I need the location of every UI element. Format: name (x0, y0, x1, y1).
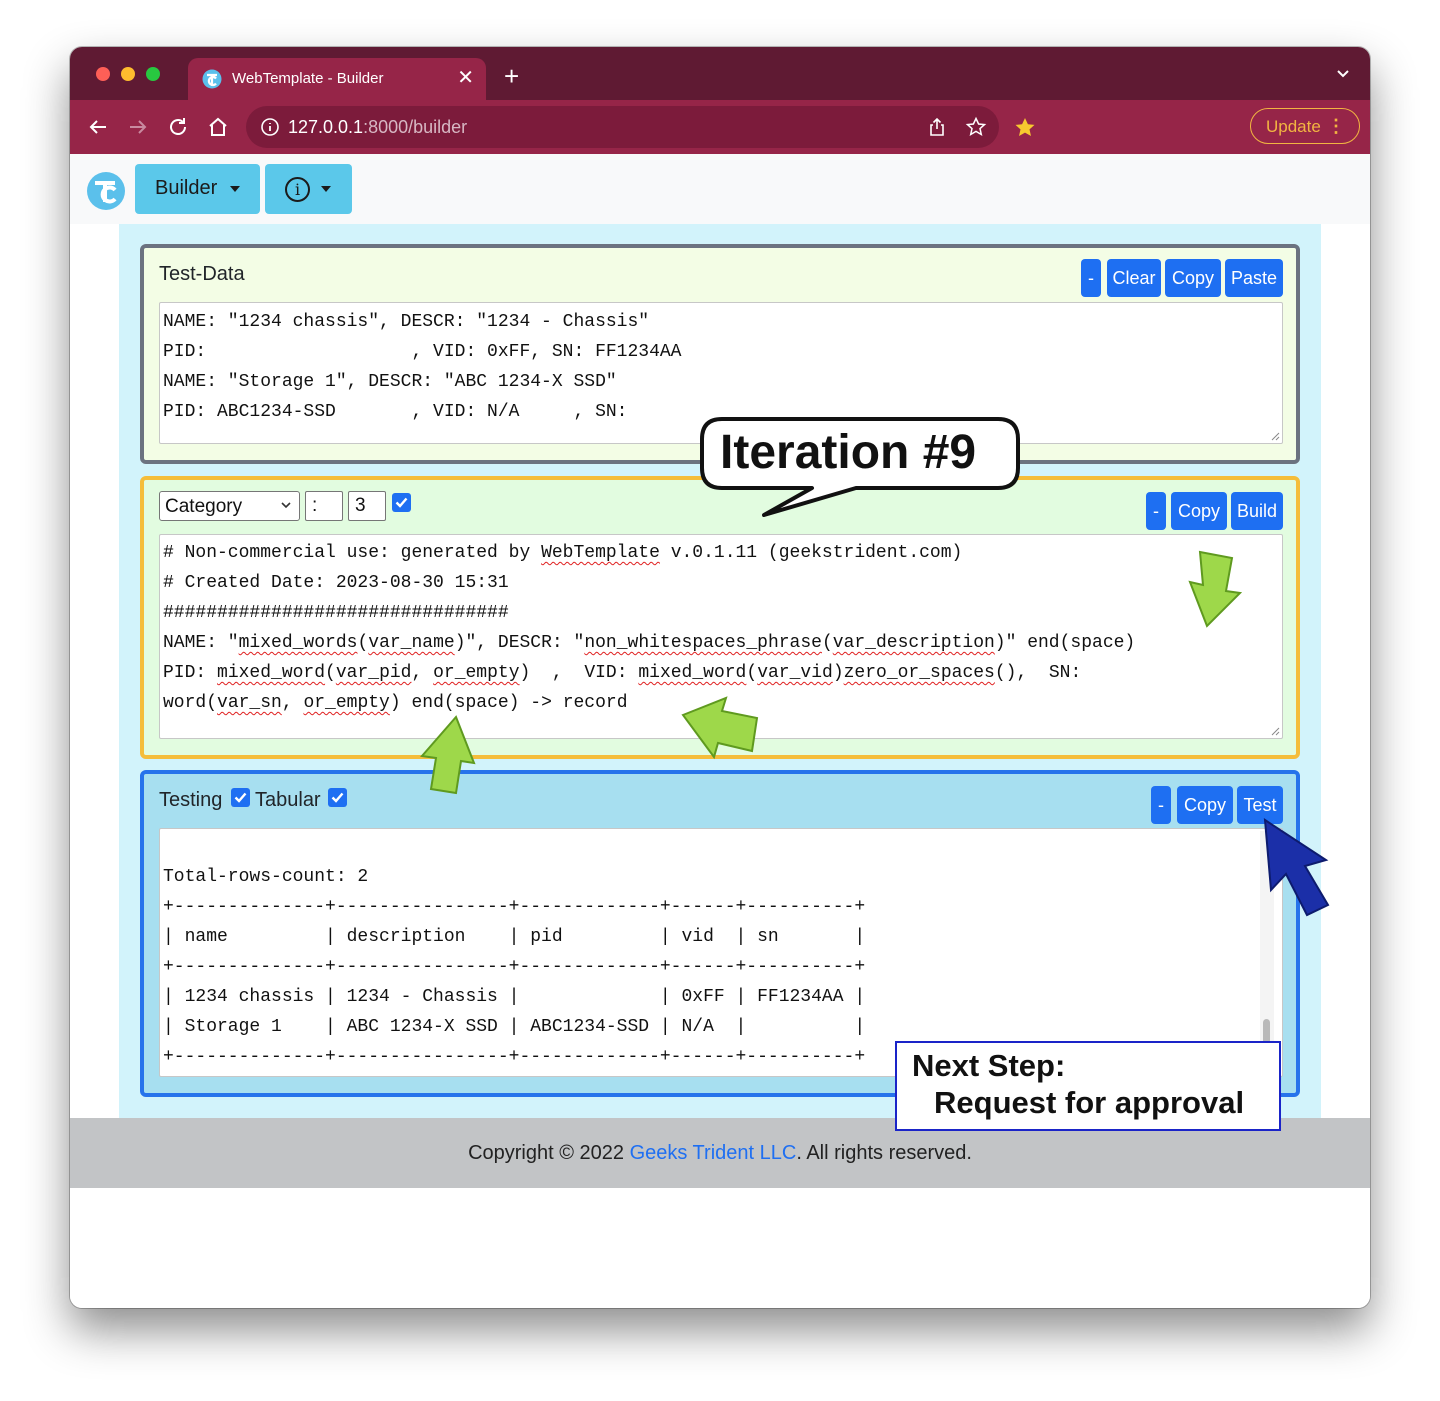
next-step-detail: Request for approval (934, 1085, 1245, 1120)
green-arrow-icon (420, 715, 476, 795)
annotation-layer (420, 417, 1330, 917)
green-arrow-icon (681, 696, 759, 760)
green-arrow-icon (1188, 550, 1243, 628)
blue-cursor-arrow-icon (1263, 818, 1330, 917)
iteration-label: Iteration #9 (720, 426, 977, 479)
next-step-callout: Next Step: Request for approval (895, 1041, 1281, 1131)
next-step-title: Next Step: (912, 1048, 1066, 1083)
